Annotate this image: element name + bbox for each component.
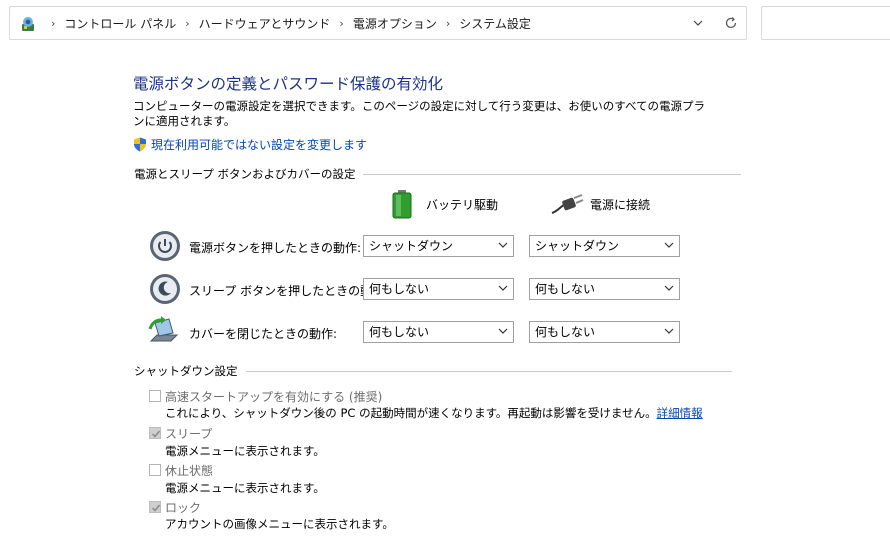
chevron-down-icon xyxy=(498,242,508,248)
change-unavailable-settings-link[interactable]: 現在利用可能ではない設定を変更します xyxy=(133,136,367,153)
checkmark-icon xyxy=(151,504,161,512)
checkmark-icon xyxy=(151,430,161,438)
sleep-checkbox[interactable] xyxy=(149,427,161,439)
hibernate-description: 電源メニューに表示されます。 xyxy=(165,481,325,495)
divider xyxy=(245,370,732,372)
control-panel-icon xyxy=(22,17,34,31)
lock-option[interactable]: ロック xyxy=(149,499,201,516)
lock-checkbox[interactable] xyxy=(149,501,161,513)
chevron-down-icon xyxy=(498,285,508,291)
hibernate-checkbox[interactable] xyxy=(149,464,161,476)
lid-close-battery-select[interactable]: 何もしない xyxy=(363,321,514,343)
battery-column-header: バッテリ駆動 xyxy=(390,189,498,219)
power-button-action-label: 電源ボタンを押したときの動作: xyxy=(189,241,362,255)
chevron-down-icon xyxy=(664,285,674,291)
sleep-button-battery-value: 何もしない xyxy=(369,282,430,296)
refresh-icon[interactable] xyxy=(724,16,738,30)
power-section-heading: 電源とスリープ ボタンおよびカバーの設定 xyxy=(134,166,742,182)
power-button-battery-select[interactable]: シャットダウン xyxy=(363,235,514,257)
chevron-down-icon[interactable] xyxy=(692,17,704,29)
fast-startup-label: 高速スタートアップを有効にする (推奨) xyxy=(165,390,383,404)
laptop-lid-icon xyxy=(148,316,179,342)
change-link-text[interactable]: 現在利用可能ではない設定を変更します xyxy=(151,136,367,153)
power-button-plugged-value: シャットダウン xyxy=(535,239,620,253)
sleep-button-battery-select[interactable]: 何もしない xyxy=(363,278,514,300)
power-plug-icon xyxy=(551,194,584,214)
battery-icon xyxy=(392,190,412,219)
lid-close-action-label: カバーを閉じたときの動作: xyxy=(189,327,338,341)
sleep-button-action-label: スリープ ボタンを押したときの動作: xyxy=(189,284,389,298)
sleep-button-plugged-select[interactable]: 何もしない xyxy=(529,278,680,300)
breadcrumb-power-options[interactable]: 電源オプション xyxy=(353,15,437,32)
uac-shield-icon xyxy=(134,137,146,152)
power-button-icon xyxy=(150,231,180,261)
search-input[interactable] xyxy=(761,6,890,40)
chevron-down-icon xyxy=(664,242,674,248)
plugged-column-header: 電源に接続 xyxy=(550,193,650,215)
sleep-button-plugged-value: 何もしない xyxy=(535,282,596,296)
shutdown-section-heading-text: シャットダウン設定 xyxy=(134,364,238,378)
page-description: コンピューターの電源設定を選択できます。このページの設定に対して行う変更は、お使… xyxy=(133,99,706,128)
breadcrumb-separator: › xyxy=(51,16,56,30)
lid-close-plugged-select[interactable]: 何もしない xyxy=(529,321,680,343)
breadcrumb-hardware-sound[interactable]: ハードウェアとサウンド xyxy=(199,15,331,32)
lid-close-battery-value: 何もしない xyxy=(369,325,430,339)
battery-column-label: バッテリ駆動 xyxy=(426,197,499,212)
shutdown-section-heading: シャットダウン設定 xyxy=(134,363,732,379)
divider xyxy=(363,173,742,175)
chevron-down-icon xyxy=(498,328,508,334)
hibernate-option[interactable]: 休止状態 xyxy=(149,462,213,479)
power-button-battery-value: シャットダウン xyxy=(369,239,454,253)
sleep-label: スリープ xyxy=(165,427,213,441)
fast-startup-option[interactable]: 高速スタートアップを有効にする (推奨) xyxy=(149,388,382,405)
lid-close-plugged-value: 何もしない xyxy=(535,325,596,339)
power-section-heading-text: 電源とスリープ ボタンおよびカバーの設定 xyxy=(134,167,356,181)
page-title: 電源ボタンの定義とパスワード保護の有効化 xyxy=(133,75,444,93)
breadcrumb-separator: › xyxy=(445,16,451,30)
sleep-button-icon xyxy=(150,274,180,304)
breadcrumb-system-settings[interactable]: システム設定 xyxy=(459,15,531,32)
plugged-column-label: 電源に接続 xyxy=(590,197,651,212)
breadcrumb-separator: › xyxy=(185,16,190,30)
breadcrumb-control-panel[interactable]: コントロール パネル xyxy=(64,15,176,32)
sleep-option[interactable]: スリープ xyxy=(149,425,212,442)
power-button-plugged-select[interactable]: シャットダウン xyxy=(529,235,680,257)
hibernate-label: 休止状態 xyxy=(165,464,214,478)
breadcrumb-separator: › xyxy=(339,16,344,30)
fast-startup-checkbox[interactable] xyxy=(149,390,161,402)
lock-description: アカウントの画像メニューに表示されます。 xyxy=(165,517,394,531)
address-bar[interactable]: › コントロール パネル › ハードウェアとサウンド › 電源オプション › シ… xyxy=(9,6,747,40)
breadcrumb: › コントロール パネル › ハードウェアとサウンド › 電源オプション › シ… xyxy=(42,7,531,39)
fast-startup-description: これにより、シャットダウン後の PC の起動時間が速くなります。再起動は影響を受… xyxy=(165,405,703,421)
fast-startup-description-text: これにより、シャットダウン後の PC の起動時間が速くなります。再起動は影響を受… xyxy=(165,406,657,420)
chevron-down-icon xyxy=(664,328,674,334)
lock-label: ロック xyxy=(165,501,202,515)
more-info-link[interactable]: 詳細情報 xyxy=(657,406,703,420)
sleep-description: 電源メニューに表示されます。 xyxy=(165,444,325,458)
